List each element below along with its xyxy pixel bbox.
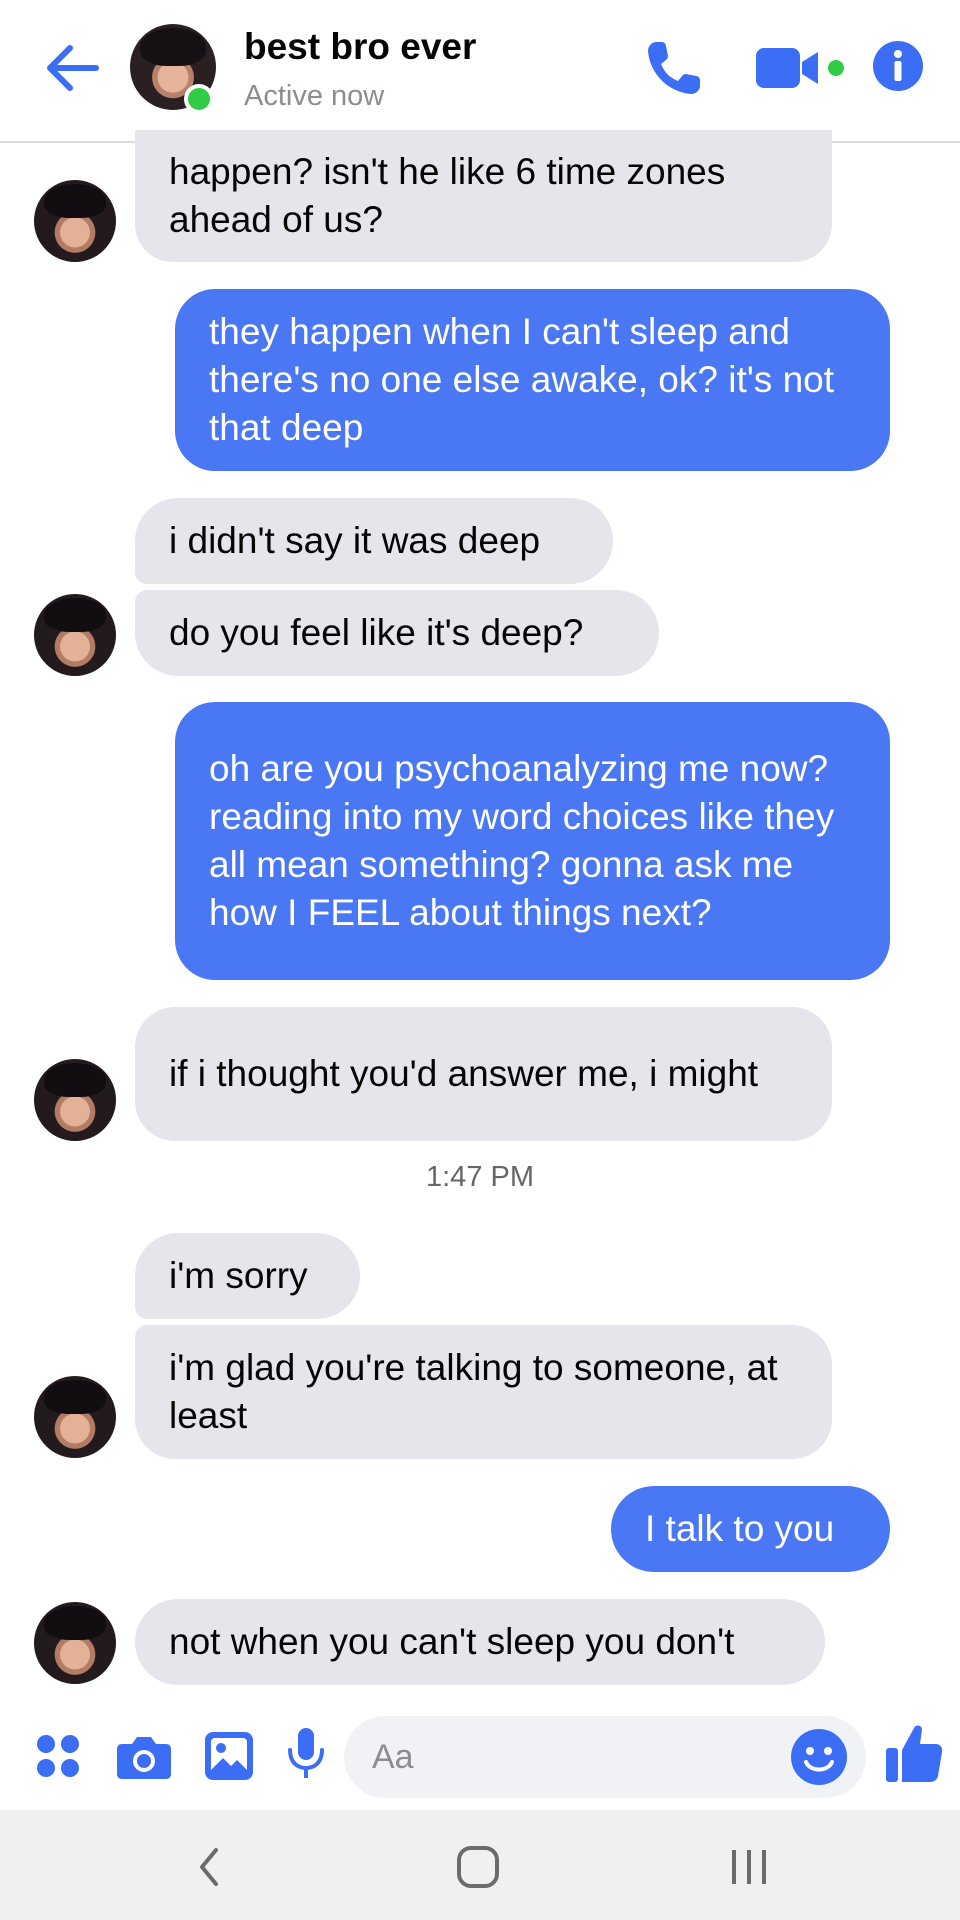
conversation-header: best bro ever Active now	[0, 0, 960, 143]
contact-name[interactable]: best bro ever	[244, 26, 476, 68]
message-text: I talk to you	[645, 1508, 835, 1549]
message-text: not when you can't sleep you don't	[169, 1621, 735, 1662]
message-incoming[interactable]: do you feel like it's deep?	[135, 590, 659, 676]
video-camera-icon[interactable]	[752, 42, 862, 94]
contact-avatar[interactable]	[34, 1376, 116, 1458]
microphone-icon[interactable]	[286, 1726, 326, 1782]
camera-icon[interactable]	[116, 1732, 172, 1780]
arrow-left-icon[interactable]	[40, 40, 104, 96]
contact-avatar[interactable]	[34, 594, 116, 676]
recent-apps-icon[interactable]	[724, 1842, 774, 1892]
message-outgoing[interactable]: they happen when I can't sleep and there…	[175, 289, 890, 471]
contact-avatar[interactable]	[34, 1059, 116, 1141]
message-text: i didn't say it was deep	[169, 520, 541, 561]
message-text: if i thought you'd answer me, i might	[169, 1053, 759, 1094]
emoji-icon[interactable]	[790, 1728, 848, 1786]
home-icon[interactable]	[453, 1842, 503, 1892]
input-placeholder: Aa	[372, 1738, 414, 1776]
message-text: oh are you psychoanalyzing me now? readi…	[209, 748, 835, 933]
contact-status: Active now	[244, 80, 385, 112]
message-input[interactable]: Aa	[344, 1716, 866, 1798]
info-icon[interactable]	[872, 40, 924, 92]
thumbs-up-icon[interactable]	[884, 1722, 944, 1784]
message-text: happen? isn't he like 6 time zones ahead…	[169, 151, 726, 240]
contact-avatar[interactable]	[34, 1602, 116, 1684]
contact-avatar[interactable]	[34, 180, 116, 262]
message-outgoing[interactable]: oh are you psychoanalyzing me now? readi…	[175, 702, 890, 980]
message-incoming[interactable]: i'm sorry	[135, 1233, 360, 1319]
message-timestamp: 1:47 PM	[426, 1161, 534, 1193]
online-indicator	[184, 84, 214, 114]
message-composer: Aa	[0, 1702, 960, 1810]
message-text: they happen when I can't sleep and there…	[209, 311, 835, 448]
message-text: do you feel like it's deep?	[169, 612, 584, 653]
message-text: i'm sorry	[169, 1255, 308, 1296]
message-incoming[interactable]: i'm glad you're talking to someone, at l…	[135, 1325, 832, 1459]
system-navigation-bar	[0, 1810, 960, 1920]
phone-icon[interactable]	[642, 36, 706, 100]
message-incoming[interactable]: if i thought you'd answer me, i might	[135, 1007, 832, 1141]
message-incoming[interactable]: happen? isn't he like 6 time zones ahead…	[135, 130, 832, 262]
back-chevron-icon[interactable]	[186, 1842, 236, 1892]
message-incoming[interactable]: not when you can't sleep you don't	[135, 1599, 825, 1685]
message-incoming[interactable]: i didn't say it was deep	[135, 498, 613, 584]
message-text: i'm glad you're talking to someone, at l…	[169, 1347, 778, 1436]
apps-grid-icon[interactable]	[34, 1732, 82, 1780]
image-icon[interactable]	[203, 1730, 255, 1782]
message-outgoing[interactable]: I talk to you	[611, 1486, 890, 1572]
